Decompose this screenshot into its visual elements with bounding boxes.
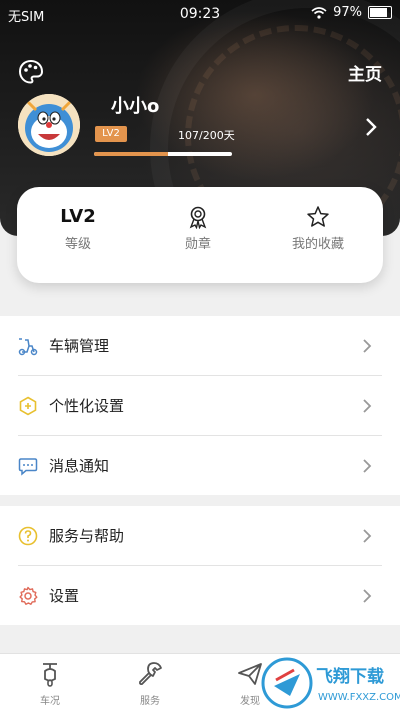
menu-item-label: 消息通知 xyxy=(49,457,110,475)
paper-plane-icon xyxy=(238,663,262,685)
star-icon xyxy=(307,206,329,227)
tab-discover[interactable]: 发现 xyxy=(215,660,285,707)
home-link[interactable]: 主页 xyxy=(348,60,382,85)
menu-item-label: 车辆管理 xyxy=(49,337,110,355)
chevron-right-icon xyxy=(363,339,372,353)
favorites-label: 我的收藏 xyxy=(291,237,344,252)
stat-favorites[interactable]: 我的收藏 xyxy=(268,205,368,252)
wifi-icon xyxy=(311,6,327,19)
chevron-right-icon xyxy=(363,459,372,473)
medal-icon xyxy=(189,206,207,229)
tab-service[interactable]: 服务 xyxy=(115,660,185,707)
menu-group-vehicle: 车辆管理 个性化设置 消息通知 xyxy=(0,316,400,495)
gear-icon xyxy=(19,586,38,605)
chevron-right-icon xyxy=(363,529,372,543)
status-bar: 无SIM 09:23 97% xyxy=(0,0,400,28)
tab-label: 车况 xyxy=(40,696,60,707)
palette-icon[interactable] xyxy=(18,59,44,85)
menu-item-help[interactable]: 服务与帮助 xyxy=(18,506,382,566)
menu-item-vehicle-management[interactable]: 车辆管理 xyxy=(18,316,382,376)
tab-vehicle-status[interactable]: 车况 xyxy=(15,660,85,707)
chevron-right-icon xyxy=(363,589,372,603)
scooter-front-icon xyxy=(43,663,57,687)
bottom-tab-bar: 车况 服务 发现 xyxy=(0,653,400,712)
avatar[interactable] xyxy=(18,94,80,156)
tab-label: 发现 xyxy=(240,696,260,707)
avatar-cartoon-icon xyxy=(18,94,80,156)
medals-label: 勋章 xyxy=(184,237,211,252)
level-badge: LV2 xyxy=(95,126,127,142)
level-value: LV2 xyxy=(60,206,96,227)
wrench-icon xyxy=(139,662,162,685)
menu-item-settings[interactable]: 设置 xyxy=(18,566,382,625)
chevron-right-icon xyxy=(363,399,372,413)
menu-item-label: 服务与帮助 xyxy=(49,527,125,545)
menu-group-support: 服务与帮助 设置 xyxy=(0,506,400,625)
level-progress-fill xyxy=(94,152,168,156)
level-label: 等级 xyxy=(64,237,91,252)
username: 小小o xyxy=(111,96,160,117)
stat-medals[interactable]: 勋章 xyxy=(148,205,248,252)
battery-percent: 97% xyxy=(333,5,362,20)
battery-icon xyxy=(368,6,392,19)
hexagon-plus-icon xyxy=(19,396,37,416)
menu-item-label: 个性化设置 xyxy=(49,397,125,415)
stats-card: LV2 等级 勋章 我的收藏 xyxy=(17,187,383,283)
level-progress-text: 107/200天 xyxy=(178,129,235,142)
tab-label: 服务 xyxy=(140,696,160,707)
stat-level[interactable]: LV2 等级 xyxy=(28,205,128,252)
menu-item-personalization[interactable]: 个性化设置 xyxy=(18,376,382,436)
menu-item-label: 设置 xyxy=(49,587,80,605)
chevron-right-icon[interactable] xyxy=(364,116,378,138)
level-progress-bar xyxy=(94,152,232,156)
scooter-icon xyxy=(18,338,38,356)
question-icon xyxy=(18,526,38,546)
message-icon xyxy=(18,458,38,476)
menu-item-notifications[interactable]: 消息通知 xyxy=(18,436,382,495)
